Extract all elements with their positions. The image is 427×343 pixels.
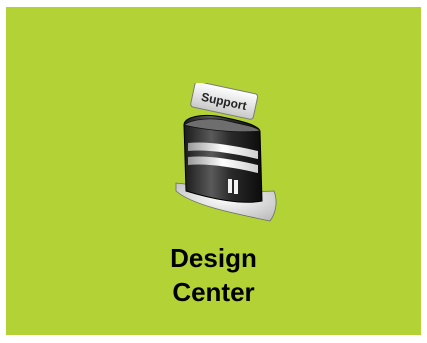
- support-building-icon: Support: [175, 83, 277, 222]
- design-center-tile[interactable]: Support Design Center: [6, 7, 421, 335]
- label-line-2: Center: [172, 277, 255, 307]
- label-line-1: Design: [170, 243, 257, 273]
- tile-label: Design Center: [6, 241, 421, 309]
